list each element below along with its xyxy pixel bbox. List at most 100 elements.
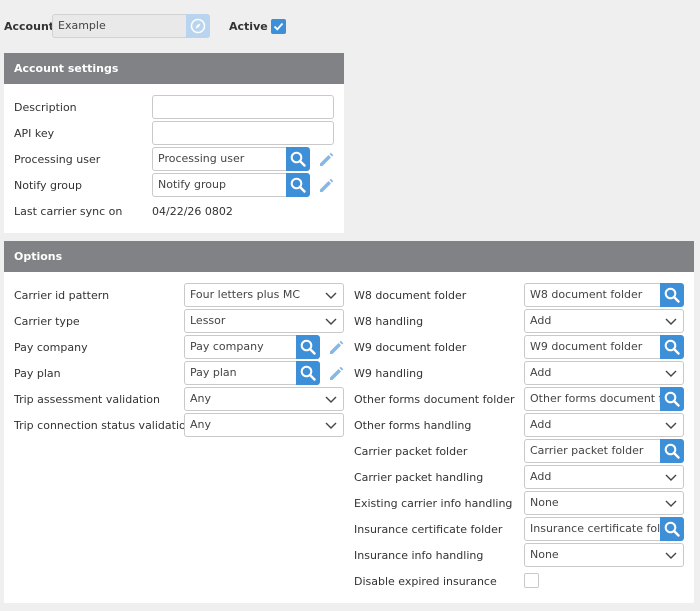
trip-connection-label: Trip connection status validation	[14, 419, 193, 432]
notify-group-input[interactable]: Notify group	[152, 173, 288, 197]
carrier-type-value: Lessor	[190, 314, 226, 327]
chevron-down-icon	[665, 474, 677, 481]
w9-folder-label: W9 document folder	[354, 341, 467, 354]
other-forms-folder-value: Other forms document folder	[530, 392, 661, 405]
w8-folder-input[interactable]: W8 document folder	[524, 283, 662, 307]
chevron-down-icon	[665, 552, 677, 559]
w9-handling-select[interactable]: Add	[524, 361, 684, 385]
pay-company-label: Pay company	[14, 341, 88, 354]
chevron-down-icon	[325, 292, 337, 299]
chevron-down-icon	[325, 318, 337, 325]
check-icon	[273, 22, 284, 31]
pay-company-input[interactable]: Pay company	[184, 335, 298, 359]
pay-plan-input[interactable]: Pay plan	[184, 361, 298, 385]
other-forms-handling-label: Other forms handling	[354, 419, 472, 432]
api-key-label: API key	[14, 127, 55, 140]
carrier-packet-folder-input[interactable]: Carrier packet folder	[524, 439, 662, 463]
search-icon	[664, 391, 680, 407]
options-header: Options	[4, 241, 694, 272]
carrier-type-select[interactable]: Lessor	[184, 309, 344, 333]
chevron-down-icon	[325, 396, 337, 403]
existing-carrier-info-value: None	[530, 496, 559, 509]
other-forms-folder-input[interactable]: Other forms document folder	[524, 387, 662, 411]
pay-plan-value: Pay plan	[190, 366, 237, 379]
pay-company-search-button[interactable]	[296, 335, 320, 359]
trip-assessment-select[interactable]: Any	[184, 387, 344, 411]
notify-group-edit-icon[interactable]	[317, 176, 335, 194]
account-value: Example	[58, 19, 106, 32]
processing-user-label: Processing user	[14, 153, 101, 166]
api-key-input[interactable]	[152, 121, 334, 145]
trip-connection-value: Any	[190, 418, 212, 431]
trip-assessment-value: Any	[190, 392, 212, 405]
carrier-packet-folder-value: Carrier packet folder	[530, 444, 644, 457]
insurance-certificate-folder-search-button[interactable]	[660, 517, 684, 541]
search-icon	[290, 151, 306, 167]
search-icon	[300, 339, 316, 355]
carrier-packet-handling-label: Carrier packet handling	[354, 471, 484, 484]
carrier-type-label: Carrier type	[14, 315, 80, 328]
other-forms-folder-label: Other forms document folder	[354, 393, 515, 406]
description-label: Description	[14, 101, 77, 114]
pay-plan-edit-icon[interactable]	[327, 364, 345, 382]
insurance-info-handling-select[interactable]: None	[524, 543, 684, 567]
last-sync-value: 04/22/26 0802	[152, 205, 233, 218]
w9-handling-value: Add	[530, 366, 552, 379]
compass-icon	[190, 18, 206, 34]
w9-folder-input[interactable]: W9 document folder	[524, 335, 662, 359]
w9-folder-search-button[interactable]	[660, 335, 684, 359]
chevron-down-icon	[665, 500, 677, 507]
carrier-packet-folder-label: Carrier packet folder	[354, 445, 468, 458]
search-icon	[664, 339, 680, 355]
active-checkbox[interactable]	[271, 19, 286, 34]
trip-connection-select[interactable]: Any	[184, 413, 344, 437]
w8-folder-value: W8 document folder	[530, 288, 643, 301]
other-forms-folder-search-button[interactable]	[660, 387, 684, 411]
pay-plan-search-button[interactable]	[296, 361, 320, 385]
carrier-packet-folder-search-button[interactable]	[660, 439, 684, 463]
insurance-info-handling-value: None	[530, 548, 559, 561]
w9-folder-value: W9 document folder	[530, 340, 643, 353]
insurance-certificate-folder-label: Insurance certificate folder	[354, 523, 503, 536]
description-input[interactable]	[152, 95, 334, 119]
existing-carrier-info-select[interactable]: None	[524, 491, 684, 515]
w8-handling-value: Add	[530, 314, 552, 327]
carrier-packet-handling-select[interactable]: Add	[524, 465, 684, 489]
processing-user-input[interactable]: Processing user	[152, 147, 288, 171]
insurance-certificate-folder-input[interactable]: Insurance certificate folder	[524, 517, 662, 541]
w8-folder-search-button[interactable]	[660, 283, 684, 307]
account-lookup-button[interactable]	[186, 14, 210, 38]
processing-user-search-button[interactable]	[286, 147, 310, 171]
carrier-id-pattern-value: Four letters plus MC	[190, 288, 301, 301]
w8-handling-label: W8 handling	[354, 315, 424, 328]
insurance-certificate-folder-value: Insurance certificate folder	[530, 522, 661, 535]
chevron-down-icon	[665, 422, 677, 429]
other-forms-handling-select[interactable]: Add	[524, 413, 684, 437]
account-settings-header: Account settings	[4, 53, 344, 84]
search-icon	[664, 287, 680, 303]
w9-handling-label: W9 handling	[354, 367, 424, 380]
search-icon	[300, 365, 316, 381]
processing-user-edit-icon[interactable]	[317, 150, 335, 168]
w8-handling-select[interactable]: Add	[524, 309, 684, 333]
carrier-packet-handling-value: Add	[530, 470, 552, 483]
search-icon	[664, 521, 680, 537]
chevron-down-icon	[665, 370, 677, 377]
notify-group-search-button[interactable]	[286, 173, 310, 197]
pay-plan-label: Pay plan	[14, 367, 61, 380]
processing-user-value: Processing user	[158, 152, 245, 165]
notify-group-value: Notify group	[158, 178, 226, 191]
last-sync-label: Last carrier sync on	[14, 205, 123, 218]
pay-company-value: Pay company	[190, 340, 264, 353]
notify-group-label: Notify group	[14, 179, 82, 192]
trip-assessment-label: Trip assessment validation	[14, 393, 161, 406]
search-icon	[290, 177, 306, 193]
chevron-down-icon	[665, 318, 677, 325]
pay-company-edit-icon[interactable]	[327, 338, 345, 356]
existing-carrier-info-label: Existing carrier info handling	[354, 497, 513, 510]
insurance-info-handling-label: Insurance info handling	[354, 549, 484, 562]
carrier-id-pattern-select[interactable]: Four letters plus MC	[184, 283, 344, 307]
w8-folder-label: W8 document folder	[354, 289, 467, 302]
disable-expired-insurance-checkbox[interactable]	[524, 573, 539, 588]
account-label: Account	[4, 20, 55, 33]
